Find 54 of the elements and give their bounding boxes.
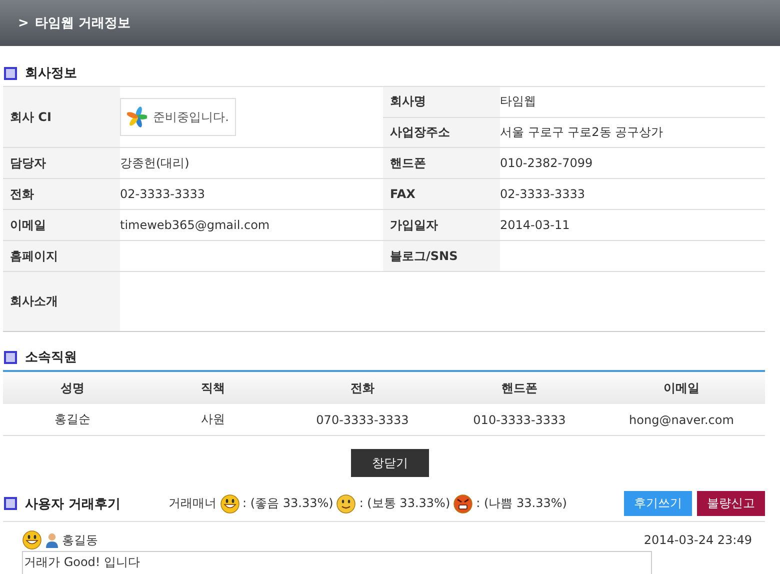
rating-text: : (보통 33.33%) — [359, 495, 450, 512]
review-date: 2014-03-24 23:49 — [644, 533, 752, 547]
rating-text: : (나쁨 33.33%) — [476, 495, 567, 512]
field-label: 전화 — [3, 179, 120, 209]
arrow-glyph: > — [18, 16, 29, 30]
column-header: 직책 — [142, 371, 284, 404]
column-header: 핸드폰 — [441, 371, 598, 404]
field-value: 010-2382-7099 — [500, 156, 593, 170]
field-value: 타임웹 — [500, 93, 536, 110]
square-bullet-icon — [4, 66, 17, 80]
field-label: 회사명 — [383, 87, 500, 116]
user-icon — [45, 532, 59, 548]
flower-logo-icon — [127, 105, 148, 129]
field-value: timeweb365@gmail.com — [120, 218, 270, 232]
smiley-face-icon — [220, 494, 240, 514]
field-label: 가입일자 — [383, 210, 500, 240]
page-title: 타임웹 거래정보 — [34, 15, 130, 32]
angry-face-icon — [453, 494, 474, 514]
review-author: 홍길동 — [62, 532, 98, 548]
column-header: 이메일 — [598, 371, 765, 404]
section-title: 회사정보 — [25, 65, 77, 82]
square-bullet-icon — [4, 350, 17, 364]
column-header: 성명 — [3, 371, 142, 404]
section-title: 소속직원 — [25, 349, 77, 366]
field-label: 핸드폰 — [383, 148, 500, 178]
table-cell: 070-3333-3333 — [284, 404, 441, 436]
table-cell: 사원 — [142, 404, 284, 436]
field-value: 2014-03-11 — [500, 218, 570, 232]
field-label: 이메일 — [3, 210, 120, 240]
square-bullet-icon — [4, 497, 17, 510]
close-button[interactable]: 창닫기 — [351, 449, 429, 477]
action-button[interactable]: 불량신고 — [697, 491, 765, 516]
field-label: 담당자 — [3, 148, 120, 178]
table-cell: hong@naver.com — [598, 404, 765, 436]
table-cell: 홍길순 — [3, 404, 142, 436]
rating-text: : (좋음 33.33%) — [242, 495, 334, 512]
smiley-face-icon — [336, 494, 356, 514]
manner-label: 거래매너 — [168, 495, 217, 512]
field-value: 서울 구로구 구로2동 공구상가 — [500, 124, 664, 141]
field-label: 블로그/SNS — [383, 241, 500, 271]
smiley-face-icon — [22, 530, 42, 550]
field-label: 사업장주소 — [383, 118, 500, 147]
column-header: 전화 — [284, 371, 441, 404]
field-value: 02-3333-3333 — [120, 187, 206, 201]
field-value: 강종헌(대리) — [120, 154, 190, 172]
field-label: 회사 CI — [3, 87, 120, 147]
field-label: 홈페이지 — [3, 241, 120, 271]
field-value: 02-3333-3333 — [500, 187, 586, 201]
table-cell: 010-3333-3333 — [441, 404, 598, 436]
field-label: 회사소개 — [3, 272, 120, 331]
section-title: 사용자 거래후기 — [25, 496, 121, 512]
field-label: FAX — [383, 179, 500, 209]
logo-text: 준비중입니다. — [153, 108, 229, 126]
review-text: 거래가 Good! 입니다 — [22, 551, 652, 574]
